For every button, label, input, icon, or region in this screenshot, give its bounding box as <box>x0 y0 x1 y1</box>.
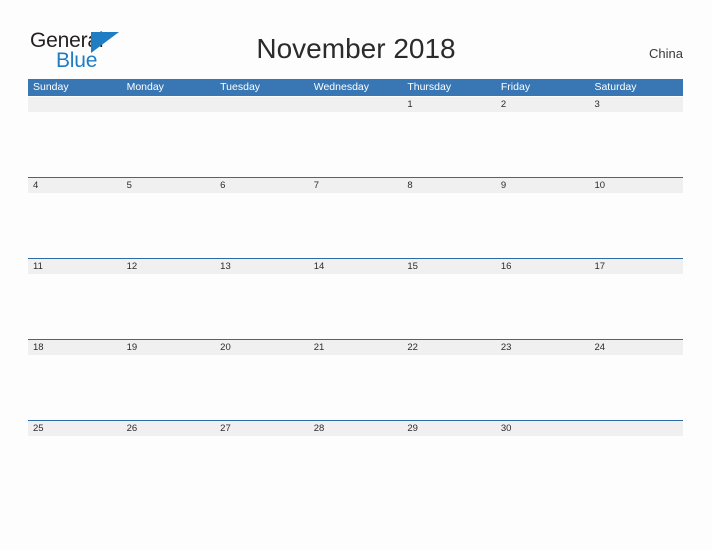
day-cell[interactable]: 20 <box>215 340 309 355</box>
day-number-band: 1 2 3 <box>28 97 683 112</box>
weekday-header-friday: Friday <box>500 81 531 93</box>
day-cell[interactable]: 13 <box>215 259 309 274</box>
day-cell[interactable] <box>589 421 683 436</box>
day-cell[interactable]: 1 <box>402 97 496 112</box>
day-cell[interactable]: 29 <box>402 421 496 436</box>
weekday-header-wednesday: Wednesday <box>313 81 369 93</box>
week-row: 18 19 20 21 22 23 24 <box>28 339 683 420</box>
day-cell[interactable]: 16 <box>496 259 590 274</box>
day-cell[interactable]: 15 <box>402 259 496 274</box>
week-row: 1 2 3 <box>28 96 683 177</box>
day-cell[interactable]: 9 <box>496 178 590 193</box>
calendar-page: General Blue November 2018 China Sunday … <box>0 0 712 550</box>
day-cell[interactable]: 18 <box>28 340 122 355</box>
day-cell[interactable]: 28 <box>309 421 403 436</box>
day-cell[interactable]: 4 <box>28 178 122 193</box>
day-cell[interactable]: 8 <box>402 178 496 193</box>
day-number-band: 25 26 27 28 29 30 <box>28 421 683 436</box>
week-row: 25 26 27 28 29 30 <box>28 420 683 501</box>
calendar-grid: Sunday Monday Tuesday Wednesday Thursday… <box>28 79 683 501</box>
day-cell[interactable]: 10 <box>589 178 683 193</box>
day-cell[interactable] <box>122 97 216 112</box>
day-cell[interactable]: 23 <box>496 340 590 355</box>
day-cell[interactable]: 26 <box>122 421 216 436</box>
day-cell[interactable]: 12 <box>122 259 216 274</box>
day-cell[interactable] <box>309 97 403 112</box>
weekday-header-monday: Monday <box>126 81 164 93</box>
day-cell[interactable] <box>215 97 309 112</box>
weekday-header-sunday: Sunday <box>33 81 69 93</box>
day-cell[interactable]: 6 <box>215 178 309 193</box>
day-cell[interactable]: 11 <box>28 259 122 274</box>
day-cell[interactable] <box>28 97 122 112</box>
day-cell[interactable]: 19 <box>122 340 216 355</box>
day-number-band: 4 5 6 7 8 9 10 <box>28 178 683 193</box>
country-label: China <box>649 46 683 61</box>
day-number-band: 18 19 20 21 22 23 24 <box>28 340 683 355</box>
day-cell[interactable]: 21 <box>309 340 403 355</box>
day-cell[interactable]: 22 <box>402 340 496 355</box>
day-cell[interactable]: 7 <box>309 178 403 193</box>
week-row: 4 5 6 7 8 9 10 <box>28 177 683 258</box>
weekday-header-row: Sunday Monday Tuesday Wednesday Thursday… <box>28 79 683 96</box>
day-cell[interactable]: 25 <box>28 421 122 436</box>
week-row: 11 12 13 14 15 16 17 <box>28 258 683 339</box>
page-header: General Blue November 2018 China <box>0 0 712 78</box>
day-cell[interactable]: 14 <box>309 259 403 274</box>
day-cell[interactable]: 24 <box>589 340 683 355</box>
day-cell[interactable]: 30 <box>496 421 590 436</box>
day-cell[interactable]: 17 <box>589 259 683 274</box>
weekday-header-tuesday: Tuesday <box>220 81 261 93</box>
weekday-header-thursday: Thursday <box>407 81 452 93</box>
page-title: November 2018 <box>256 33 456 64</box>
day-cell[interactable]: 3 <box>589 97 683 112</box>
day-cell[interactable]: 27 <box>215 421 309 436</box>
weekday-header-saturday: Saturday <box>594 81 637 93</box>
day-cell[interactable]: 2 <box>496 97 590 112</box>
day-cell[interactable]: 5 <box>122 178 216 193</box>
day-number-band: 11 12 13 14 15 16 17 <box>28 259 683 274</box>
